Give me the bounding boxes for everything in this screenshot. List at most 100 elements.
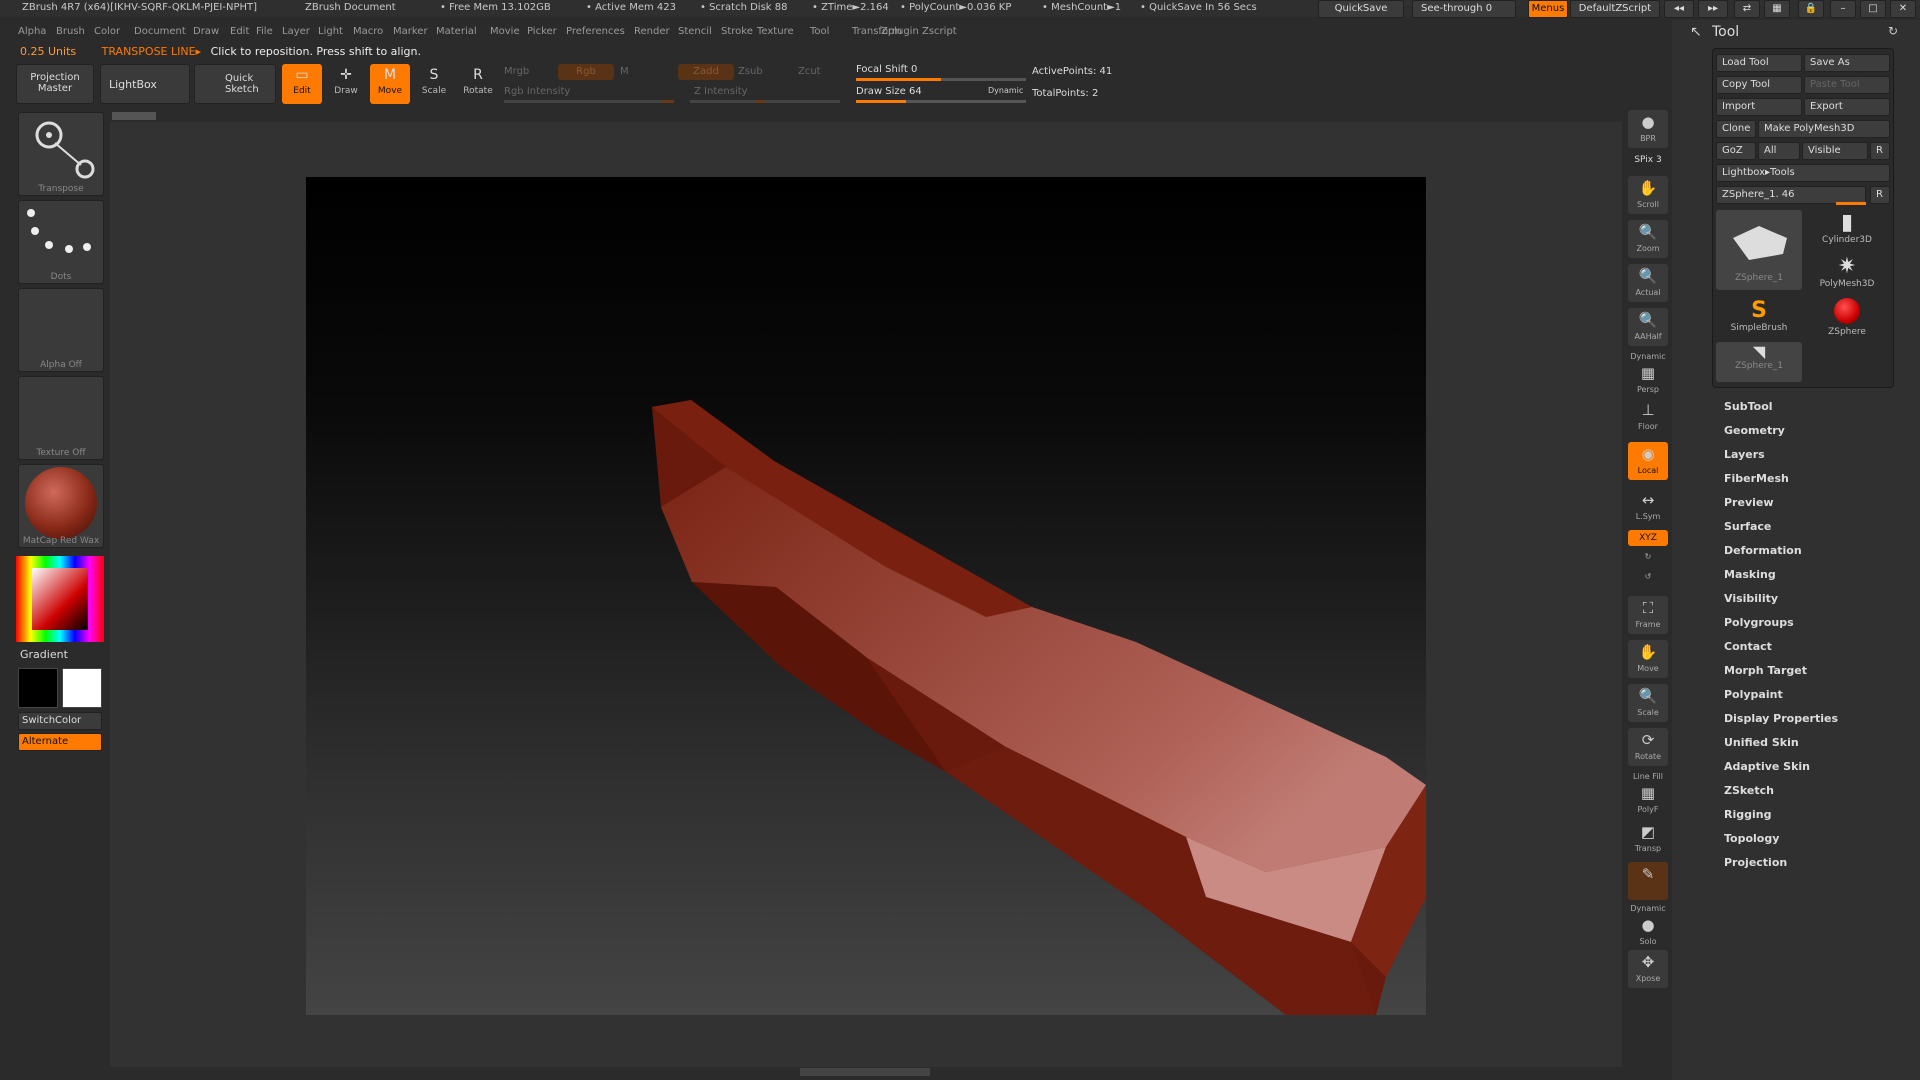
actual-button[interactable]: 🔍 Actual <box>1628 264 1668 302</box>
menu-edit[interactable]: Edit <box>230 26 249 37</box>
menu-stencil[interactable]: Stencil <box>678 26 712 37</box>
tool-thumb-zsphere1[interactable]: ZSphere_1 <box>1716 210 1802 290</box>
material-thumb[interactable]: MatCap Red Wax <box>18 464 104 548</box>
solo-button[interactable]: Dynamic ● Solo <box>1628 904 1668 946</box>
menu-file[interactable]: File <box>256 26 273 37</box>
menu-texture[interactable]: Texture <box>757 26 794 37</box>
persp-button[interactable]: Dynamic ▦ Persp <box>1628 352 1668 394</box>
tool-section-layers[interactable]: Layers <box>1724 448 1765 461</box>
texture-thumb[interactable]: Texture Off <box>18 376 104 460</box>
rgb-intensity-track[interactable] <box>504 100 674 103</box>
tool-section-display-properties[interactable]: Display Properties <box>1724 712 1838 725</box>
rotate-button[interactable]: R Rotate <box>458 64 498 104</box>
zcut-button[interactable]: Zcut <box>798 66 821 77</box>
tool-section-adaptive-skin[interactable]: Adaptive Skin <box>1724 760 1810 773</box>
tool-thumb-zsphere[interactable]: ZSphere <box>1804 298 1890 338</box>
spix-slider[interactable]: SPix 3 <box>1628 155 1668 165</box>
menu-preferences[interactable]: Preferences <box>566 26 625 37</box>
layout-swap-icon[interactable]: ⇄ <box>1734 0 1760 18</box>
zadd-button[interactable]: Zadd <box>678 64 734 80</box>
frame-button[interactable]: ⛶ Frame <box>1628 596 1668 634</box>
tool-refresh-icon[interactable]: ↻ <box>1888 24 1898 38</box>
draw-size-track[interactable] <box>856 100 1026 103</box>
defaultzscript-button[interactable]: DefaultZScript <box>1570 0 1660 18</box>
tool-section-masking[interactable]: Masking <box>1724 568 1776 581</box>
switchcolor-button[interactable]: SwitchColor <box>18 712 102 730</box>
tool-thumb-cylinder3d[interactable]: ▮ Cylinder3D <box>1804 210 1890 250</box>
tool-section-polypaint[interactable]: Polypaint <box>1724 688 1783 701</box>
current-tool-r-button[interactable]: R <box>1870 186 1890 204</box>
lock-icon[interactable]: 🔒 <box>1798 0 1824 18</box>
tool-section-unified-skin[interactable]: Unified Skin <box>1724 736 1799 749</box>
edit-button[interactable]: ▭ Edit <box>282 64 322 104</box>
tool-pin-icon[interactable]: ↖ <box>1690 24 1702 40</box>
menu-material[interactable]: Material <box>436 26 477 37</box>
menu-zplugin[interactable]: Zplugin <box>881 26 919 37</box>
menu-marker[interactable]: Marker <box>393 26 428 37</box>
import-button[interactable]: Import <box>1716 98 1802 116</box>
draw-button[interactable]: ✛ Draw <box>326 64 366 104</box>
zoom-button[interactable]: 🔍 Zoom <box>1628 220 1668 258</box>
alternate-button[interactable]: Alternate <box>18 733 102 751</box>
seethrough-slider[interactable]: See-through 0 <box>1412 0 1516 18</box>
ghost-button[interactable]: ✎ <box>1628 862 1668 900</box>
tool-section-zsketch[interactable]: ZSketch <box>1724 784 1774 797</box>
tool-thumb-simplebrush[interactable]: S SimpleBrush <box>1716 298 1802 338</box>
xyz-button[interactable]: XYZ <box>1628 530 1668 546</box>
tool-section-contact[interactable]: Contact <box>1724 640 1772 653</box>
focal-shift-slider[interactable]: Focal Shift 0 <box>856 64 917 75</box>
menu-zscript[interactable]: Zscript <box>922 26 957 37</box>
layout-right-icon[interactable]: ▸▸ <box>1698 0 1728 18</box>
m-button[interactable]: M <box>620 66 629 77</box>
lsym-button[interactable]: ↔ L.Sym <box>1628 488 1668 526</box>
document-canvas[interactable] <box>306 177 1426 1015</box>
secondary-color-swatch[interactable] <box>62 668 102 708</box>
menu-tool[interactable]: Tool <box>810 26 829 37</box>
menu-picker[interactable]: Picker <box>527 26 557 37</box>
tool-section-surface[interactable]: Surface <box>1724 520 1771 533</box>
projection-master-button[interactable]: Projection Master <box>16 64 94 104</box>
z-intensity-track[interactable] <box>690 100 840 103</box>
move-view-button[interactable]: ✋ Move <box>1628 640 1668 678</box>
aahalf-button[interactable]: 🔍 AAHalf <box>1628 308 1668 346</box>
tool-section-deformation[interactable]: Deformation <box>1724 544 1802 557</box>
make-polymesh-button[interactable]: Make PolyMesh3D <box>1758 120 1890 138</box>
goz-all-button[interactable]: All <box>1758 142 1800 160</box>
copy-tool-button[interactable]: Copy Tool <box>1716 76 1802 94</box>
save-as-button[interactable]: Save As <box>1804 54 1890 72</box>
menu-alpha[interactable]: Alpha <box>18 26 46 37</box>
rotate-z-icon[interactable]: ↺ <box>1628 572 1668 588</box>
color-picker-square[interactable] <box>32 568 88 630</box>
menu-brush[interactable]: Brush <box>56 26 85 37</box>
menu-layer[interactable]: Layer <box>282 26 310 37</box>
polyf-button[interactable]: Line Fill ▦ PolyF <box>1628 772 1668 814</box>
alpha-thumb[interactable]: Alpha Off <box>18 288 104 372</box>
scale-view-button[interactable]: 🔍 Scale <box>1628 684 1668 722</box>
tool-section-visibility[interactable]: Visibility <box>1724 592 1778 605</box>
menu-light[interactable]: Light <box>318 26 343 37</box>
load-tool-button[interactable]: Load Tool <box>1716 54 1802 72</box>
tool-thumb-zsphere1b[interactable]: ◥ ZSphere_1 <box>1716 342 1802 382</box>
scale-button[interactable]: S Scale <box>414 64 454 104</box>
tool-section-rigging[interactable]: Rigging <box>1724 808 1771 821</box>
rgb-intensity-slider[interactable]: Rgb Intensity <box>504 86 570 97</box>
menu-movie[interactable]: Movie <box>490 26 520 37</box>
z-intensity-slider[interactable]: Z Intensity <box>694 86 748 97</box>
menu-color[interactable]: Color <box>94 26 120 37</box>
goz-visible-button[interactable]: Visible <box>1802 142 1868 160</box>
zsub-button[interactable]: Zsub <box>738 66 763 77</box>
close-icon[interactable]: ✕ <box>1890 0 1916 18</box>
move-button[interactable]: M Move <box>370 64 410 104</box>
tool-section-subtool[interactable]: SubTool <box>1724 400 1773 413</box>
tool-section-topology[interactable]: Topology <box>1724 832 1779 845</box>
stroke-dots-thumb[interactable]: Dots <box>18 200 104 284</box>
color-picker[interactable] <box>16 556 104 642</box>
draw-size-slider[interactable]: Draw Size 64 <box>856 86 922 97</box>
rotate-y-icon[interactable]: ↻ <box>1628 552 1668 568</box>
floor-button[interactable]: ⊥ Floor <box>1628 398 1668 436</box>
clone-button[interactable]: Clone <box>1716 120 1756 138</box>
rotate-view-button[interactable]: ⟳ Rotate <box>1628 728 1668 766</box>
menu-stroke[interactable]: Stroke <box>721 26 753 37</box>
lightbox-tools-button[interactable]: Lightbox▸Tools <box>1716 164 1890 182</box>
layout-left-icon[interactable]: ◂◂ <box>1664 0 1694 18</box>
